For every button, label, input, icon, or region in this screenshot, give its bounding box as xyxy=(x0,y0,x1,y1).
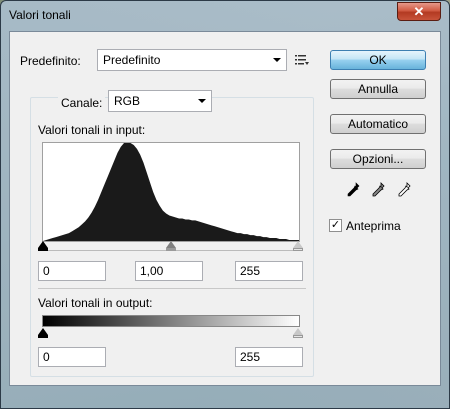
gray-eyedropper-icon[interactable] xyxy=(371,182,385,198)
preset-select[interactable]: Predefinito xyxy=(97,49,287,71)
histogram-area xyxy=(43,143,299,241)
white-point-handle-icon xyxy=(293,328,303,335)
check-icon: ✓ xyxy=(330,219,341,231)
handle-base xyxy=(293,335,303,338)
handle-base xyxy=(293,248,303,251)
input-gamma-field[interactable]: 1,00 xyxy=(135,261,203,281)
window-title: Valori tonali xyxy=(9,8,71,22)
output-levels-label: Valori tonali in output: xyxy=(38,296,153,310)
input-white-slider[interactable] xyxy=(292,241,304,253)
preset-label: Predefinito: xyxy=(20,54,81,68)
handle-base xyxy=(38,248,48,251)
preset-value: Predefinito xyxy=(103,53,161,67)
cancel-button[interactable]: Annulla xyxy=(330,79,426,99)
channel-value: RGB xyxy=(114,94,141,108)
output-white-slider[interactable] xyxy=(292,328,304,340)
levels-divider xyxy=(38,288,306,289)
black-point-handle-icon xyxy=(38,328,48,335)
input-levels-label: Valori tonali in input: xyxy=(38,123,146,137)
output-black-field[interactable]: 0 xyxy=(38,347,106,367)
input-black-slider[interactable] xyxy=(37,241,49,253)
histogram-plot xyxy=(43,143,299,241)
preview-checkbox[interactable]: ✓ xyxy=(329,219,342,232)
handle-base xyxy=(166,248,176,251)
black-point-handle-icon xyxy=(38,241,48,248)
input-black-field[interactable]: 0 xyxy=(38,261,106,281)
histogram xyxy=(42,142,300,242)
levels-dialog: Valori tonali ✕ Predefinito: Predefinito… xyxy=(0,0,450,409)
white-point-handle-icon xyxy=(293,241,303,248)
black-eyedropper-icon[interactable] xyxy=(346,182,360,198)
output-black-slider[interactable] xyxy=(37,328,49,340)
input-gamma-slider[interactable] xyxy=(165,241,177,253)
chevron-down-icon xyxy=(273,58,281,62)
input-white-field[interactable]: 255 xyxy=(235,261,303,281)
handle-base xyxy=(38,335,48,338)
channel-select[interactable]: RGB xyxy=(108,90,212,112)
midtone-handle-icon xyxy=(166,241,176,248)
output-white-field[interactable]: 255 xyxy=(235,347,303,367)
chevron-down-icon xyxy=(198,99,206,103)
ok-button[interactable]: OK xyxy=(330,50,426,70)
close-icon: ✕ xyxy=(413,3,425,19)
channel-label: Canale: xyxy=(58,96,106,110)
output-gradient-bar xyxy=(42,315,300,327)
close-button[interactable]: ✕ xyxy=(397,2,441,21)
auto-button[interactable]: Automatico xyxy=(330,114,426,134)
preset-menu-icon[interactable] xyxy=(295,54,309,66)
white-eyedropper-icon[interactable] xyxy=(397,182,411,198)
dialog-body: Predefinito: Predefinito Canale: RGB Val… xyxy=(9,31,441,386)
title-bar[interactable]: Valori tonali ✕ xyxy=(1,1,449,29)
preview-label: Anteprima xyxy=(346,219,401,233)
options-button[interactable]: Opzioni... xyxy=(330,149,426,169)
